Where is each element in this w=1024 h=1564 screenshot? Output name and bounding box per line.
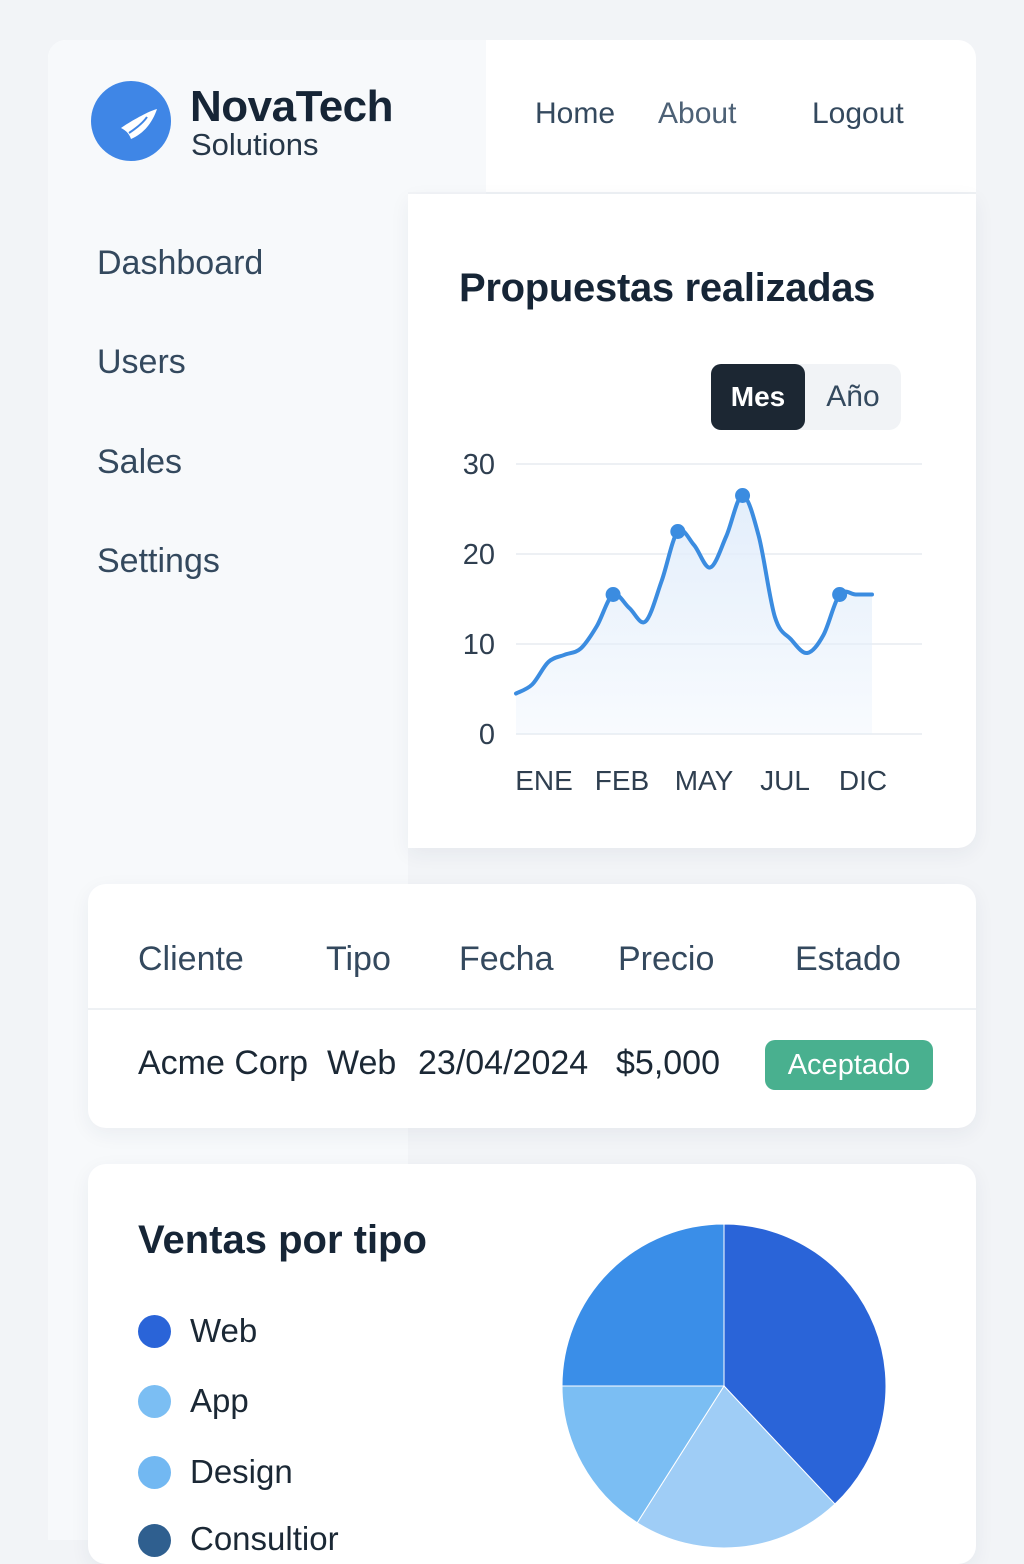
cell-cliente: Acme Corp [138, 1044, 309, 1082]
sales-by-type-title: Ventas por tipo [138, 1218, 427, 1262]
status-badge: Aceptado [765, 1040, 933, 1090]
table-header-tipo[interactable]: Tipo [326, 940, 391, 979]
table-header-precio[interactable]: Precio [618, 940, 714, 979]
data-point [670, 524, 686, 539]
sidebar-item-sales[interactable]: Sales [97, 443, 182, 482]
legend-label-consulting: Consultior [190, 1520, 339, 1557]
brand-name: NovaTech [190, 82, 394, 131]
logo-icon [91, 81, 171, 161]
proposals-line-chart: 0 10 20 30 ENE FEB MAY JUL DIC [463, 449, 922, 796]
y-tick-label: 20 [463, 539, 495, 571]
data-point [735, 488, 751, 503]
sidebar-item-dashboard[interactable]: Dashboard [97, 244, 263, 283]
y-tick-label: 0 [479, 719, 495, 751]
logo-mark-icon [121, 109, 157, 139]
proposals-table [88, 884, 976, 1128]
sidebar-item-settings[interactable]: Settings [97, 542, 220, 581]
legend-dot-design [138, 1456, 171, 1489]
toggle-year-button[interactable]: Año [805, 364, 901, 430]
x-tick-label: MAY [675, 765, 734, 796]
sidebar-item-users[interactable]: Users [97, 343, 186, 382]
pie-slice-consulting [561, 1223, 725, 1387]
legend-dot-consulting [138, 1524, 171, 1557]
x-tick-label: JUL [760, 765, 810, 796]
x-tick-label: FEB [595, 765, 649, 796]
legend-label-app: App [190, 1382, 249, 1419]
table-divider [88, 1008, 976, 1010]
data-point [832, 587, 848, 602]
brand-subtitle: Solutions [191, 127, 319, 162]
toggle-month-button[interactable]: Mes [711, 364, 805, 430]
sales-pie-chart [561, 1223, 887, 1549]
nav-logout-link[interactable]: Logout [812, 97, 904, 131]
x-tick-label: ENE [515, 765, 573, 796]
line-area [516, 495, 872, 734]
x-tick-label: DIC [839, 765, 887, 796]
y-tick-label: 30 [463, 449, 495, 481]
table-header-cliente[interactable]: Cliente [138, 940, 244, 979]
legend-dot-web [138, 1315, 171, 1348]
y-tick-label: 10 [463, 629, 495, 661]
legend-label-web: Web [190, 1312, 258, 1349]
legend-label-design: Design [190, 1453, 293, 1490]
cell-precio: $5,000 [616, 1044, 720, 1082]
proposals-chart-title: Propuestas realizadas [459, 266, 876, 310]
nav-home-link[interactable]: Home [535, 97, 615, 131]
legend-dot-app [138, 1385, 171, 1418]
cell-fecha: 23/04/2024 [418, 1044, 589, 1082]
table-header-fecha[interactable]: Fecha [459, 940, 554, 979]
table-header-estado[interactable]: Estado [795, 940, 901, 979]
nav-about-link[interactable]: About [658, 97, 736, 131]
cell-tipo: Web [327, 1044, 397, 1082]
data-point [605, 587, 621, 602]
